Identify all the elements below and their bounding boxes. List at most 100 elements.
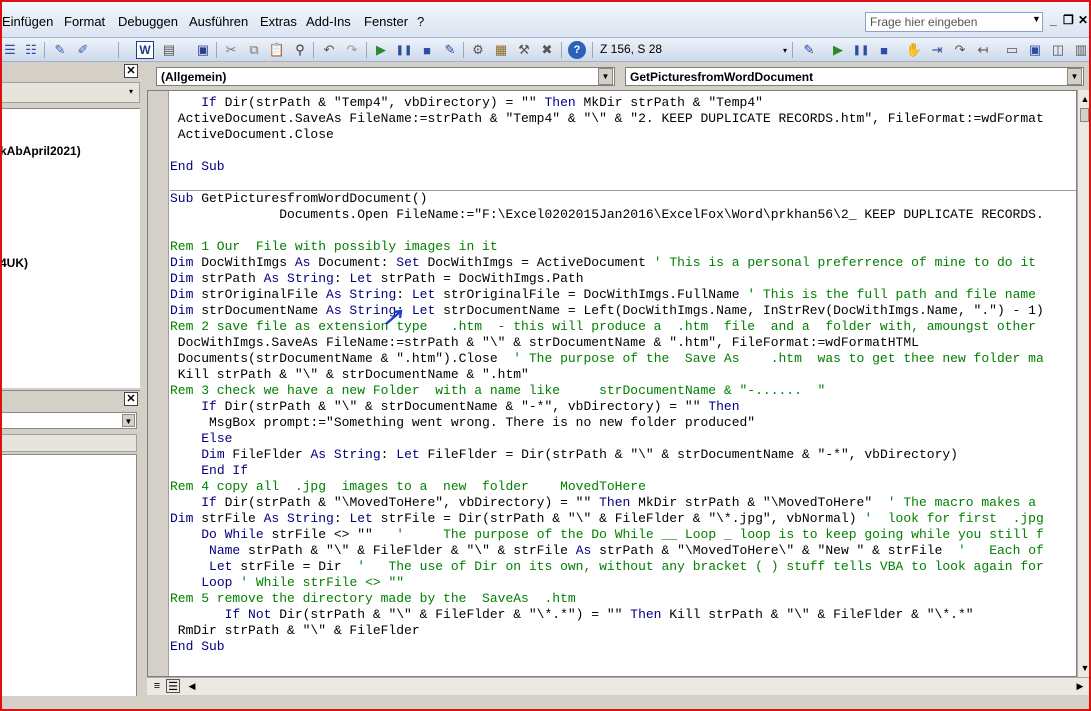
quick-watch-icon[interactable]: ▥	[1072, 41, 1090, 59]
minimize-icon[interactable]: _	[1050, 13, 1057, 27]
toggle-breakpoint-2-icon[interactable]: ✋	[905, 41, 923, 59]
code-line[interactable]	[170, 223, 1076, 239]
code-line[interactable]: Rem 1 Our File with possibly images in i…	[170, 239, 1076, 255]
procedure-combo[interactable]: GetPicturesfromWordDocument	[625, 67, 1084, 86]
properties-grid[interactable]	[0, 454, 137, 711]
undo-icon[interactable]: ↶	[320, 41, 338, 59]
chevron-down-icon[interactable]: ▼	[598, 68, 613, 85]
code-line[interactable]: End Sub	[170, 639, 1076, 655]
run-icon[interactable]: ▶	[372, 41, 390, 59]
step-over-icon[interactable]: ↷	[951, 41, 969, 59]
code-line[interactable]: Rem 5 remove the directory made by the S…	[170, 591, 1076, 607]
code-line[interactable]: If Not Dir(strPath & "\" & FileFlder & "…	[170, 607, 1076, 623]
code-line[interactable]: ActiveDocument.Close	[170, 127, 1076, 143]
break-2-icon[interactable]: ❚❚	[852, 41, 870, 59]
insert-module-icon[interactable]: ▤	[160, 41, 178, 59]
code-line[interactable]: End If	[170, 463, 1076, 479]
indent-icon[interactable]: ☰	[1, 41, 19, 59]
scroll-thumb[interactable]	[1080, 108, 1089, 122]
code-line[interactable]: Kill strPath & "\" & strDocumentName & "…	[170, 367, 1076, 383]
code-line[interactable]: Rem 4 copy all .jpg images to a new fold…	[170, 479, 1076, 495]
locals-window-icon[interactable]: ▭	[1003, 41, 1021, 59]
code-line[interactable]: Dim FileFlder As String: Let FileFlder =…	[170, 447, 1076, 463]
code-line[interactable]: Name strPath & "\" & FileFlder & "\" & s…	[170, 543, 1076, 559]
close-properties-icon[interactable]: ✕	[124, 392, 138, 406]
help-search-dropdown-icon[interactable]: ▼	[1032, 14, 1041, 24]
menu-ausfuehren[interactable]: Ausführen	[189, 14, 248, 29]
menu-help[interactable]: ?	[417, 14, 424, 29]
margin-indicator-bar[interactable]	[148, 91, 169, 676]
code-line[interactable]: ActiveDocument.SaveAs FileName:=strPath …	[170, 111, 1076, 127]
properties-tabs[interactable]	[0, 434, 137, 452]
properties-window-icon[interactable]: ▦	[492, 41, 510, 59]
code-line[interactable]: End Sub	[170, 159, 1076, 175]
project-explorer-icon[interactable]: ⚙	[469, 41, 487, 59]
procedure-view-icon[interactable]: ≡	[150, 679, 164, 693]
chevron-down-icon[interactable]: ▼	[122, 414, 135, 427]
code-line[interactable]: Dim strPath As String: Let strPath = Doc…	[170, 271, 1076, 287]
comment-block-icon[interactable]: ✐	[74, 41, 92, 59]
code-line[interactable]: DocWithImgs.SaveAs FileName:=strPath & "…	[170, 335, 1076, 351]
code-line[interactable]: If Dir(strPath & "Temp4", vbDirectory) =…	[170, 95, 1076, 111]
code-line[interactable]: Dim strDocumentName As String: Let strDo…	[170, 303, 1076, 319]
tree-item[interactable]: kAbApril2021)	[0, 144, 81, 158]
menu-fenster[interactable]: Fenster	[364, 14, 408, 29]
menu-addins[interactable]: Add-Ins	[306, 14, 351, 29]
paste-icon[interactable]: 📋	[268, 41, 286, 59]
reset-2-icon[interactable]: ■	[875, 41, 893, 59]
code-editor[interactable]: If Dir(strPath & "Temp4", vbDirectory) =…	[147, 90, 1077, 677]
scroll-down-icon[interactable]: ▼	[1078, 661, 1091, 675]
code-line[interactable]: If Dir(strPath & "\" & strDocumentName &…	[170, 399, 1076, 415]
design-mode-2-icon[interactable]: ✎	[800, 41, 818, 59]
redo-icon[interactable]: ↷	[343, 41, 361, 59]
scroll-left-icon[interactable]: ◀	[185, 679, 199, 693]
step-out-icon[interactable]: ↤	[974, 41, 992, 59]
code-line[interactable]: Sub GetPicturesfromWordDocument()	[170, 191, 1076, 207]
project-tree[interactable]: kAbApril2021) 4UK)	[0, 108, 140, 388]
code-line[interactable]: Else	[170, 431, 1076, 447]
view-word-icon[interactable]: W	[136, 41, 154, 59]
tree-item[interactable]: 4UK)	[0, 256, 28, 270]
vertical-scrollbar[interactable]: ▲ ▼	[1077, 90, 1091, 677]
watch-window-icon[interactable]: ◫	[1049, 41, 1067, 59]
help-search-input[interactable]: Frage hier eingeben	[865, 12, 1043, 32]
immediate-window-icon[interactable]: ▣	[1026, 41, 1044, 59]
reset-icon[interactable]: ■	[418, 41, 436, 59]
design-mode-icon[interactable]: ✎	[441, 41, 459, 59]
object-browser-icon[interactable]: ⚒	[515, 41, 533, 59]
toolbox-icon[interactable]: ✖	[538, 41, 556, 59]
object-combo[interactable]: (Allgemein)	[156, 67, 615, 86]
code-line[interactable]: Do While strFile <> "" ' The purpose of …	[170, 527, 1076, 543]
horizontal-scrollbar[interactable]: ≡ ☰ ◀ ▶	[147, 677, 1091, 695]
code-line[interactable]: Rem 3 check we have a new Folder with a …	[170, 383, 1076, 399]
copy-icon[interactable]: ⧉	[245, 41, 263, 59]
code-line[interactable]	[170, 175, 1076, 191]
properties-object-select[interactable]: ▼	[0, 412, 137, 429]
code-line[interactable]: MsgBox prompt:="Something went wrong. Th…	[170, 415, 1076, 431]
menu-extras[interactable]: Extras	[260, 14, 297, 29]
code-line[interactable]: Rem 2 save file as extension type .htm -…	[170, 319, 1076, 335]
restore-icon[interactable]: ❐	[1063, 13, 1074, 27]
outdent-icon[interactable]: ☷	[22, 41, 40, 59]
code-line[interactable]: Loop ' While strFile <> ""	[170, 575, 1076, 591]
toggle-breakpoint-icon[interactable]: ✎	[51, 41, 69, 59]
cut-icon[interactable]: ✂	[222, 41, 240, 59]
code-line[interactable]: Dim DocWithImgs As Document: Set DocWith…	[170, 255, 1076, 271]
close-window-icon[interactable]: ✕	[1078, 13, 1088, 27]
code-line[interactable]: Dim strFile As String: Let strFile = Dir…	[170, 511, 1076, 527]
scroll-up-icon[interactable]: ▲	[1078, 92, 1091, 106]
menu-einfuegen[interactable]: Einfügen	[2, 14, 53, 29]
step-into-icon[interactable]: ⇥	[928, 41, 946, 59]
code-line[interactable]	[170, 143, 1076, 159]
menu-debuggen[interactable]: Debuggen	[118, 14, 178, 29]
full-module-view-icon[interactable]: ☰	[166, 679, 180, 693]
find-icon[interactable]: ⚲	[291, 41, 309, 59]
code-line[interactable]: If Dir(strPath & "\MovedToHere", vbDirec…	[170, 495, 1076, 511]
code-line[interactable]: Documents.Open FileName:="F:\Excel020201…	[170, 207, 1076, 223]
break-icon[interactable]: ❚❚	[395, 41, 413, 59]
save-icon[interactable]: ▣	[194, 41, 212, 59]
scroll-right-icon[interactable]: ▶	[1073, 679, 1087, 693]
code-line[interactable]: Dim strOriginalFile As String: Let strOr…	[170, 287, 1076, 303]
code-text-area[interactable]: If Dir(strPath & "Temp4", vbDirectory) =…	[170, 95, 1076, 675]
close-project-explorer-icon[interactable]: ✕	[124, 64, 138, 78]
